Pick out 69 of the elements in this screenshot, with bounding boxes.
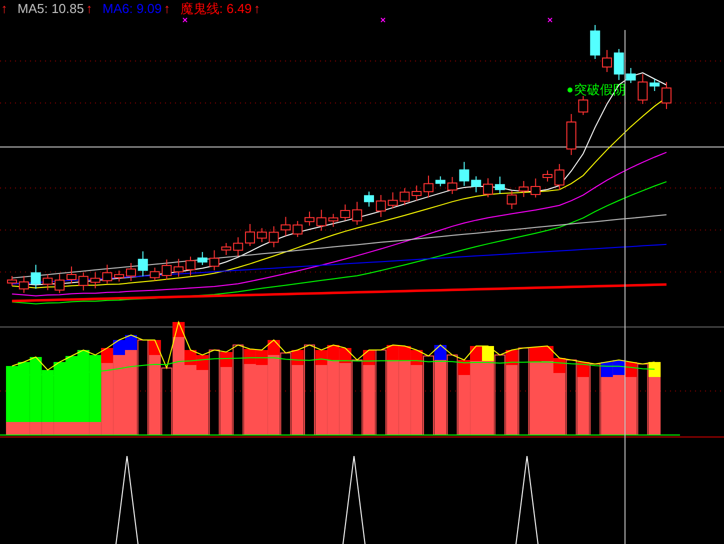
candlestick <box>7 276 17 286</box>
candlestick <box>542 170 552 182</box>
candlestick <box>388 192 398 209</box>
candlestick <box>578 96 588 116</box>
candlestick <box>518 180 529 198</box>
candlestick <box>316 209 326 232</box>
up-arrow-icon: ↑ <box>1 0 8 17</box>
candlestick <box>424 175 434 198</box>
up-arrow-icon: ↑ <box>164 0 170 17</box>
candlestick <box>90 272 100 289</box>
candlestick <box>590 24 600 60</box>
candlestick <box>209 250 220 271</box>
candlestick <box>340 204 350 221</box>
candlestick <box>126 262 136 282</box>
cross-marker <box>548 18 552 22</box>
candlestick <box>221 242 232 256</box>
candlestick <box>114 270 124 282</box>
candlestick <box>138 250 148 277</box>
candlestick <box>554 164 564 190</box>
candlestick <box>256 228 267 243</box>
up-arrow-icon: ↑ <box>86 0 92 17</box>
indicator-label: MA6: 9.09 <box>102 0 162 17</box>
candlestick <box>245 224 255 246</box>
candlestick <box>506 190 517 210</box>
candlestick <box>174 258 184 278</box>
candlestick <box>352 201 362 226</box>
candlestick <box>614 48 624 80</box>
candlestick <box>459 161 470 186</box>
candlestick <box>102 264 112 284</box>
candlestick <box>150 267 160 282</box>
candlestick <box>186 256 196 276</box>
cross-marker <box>380 18 386 22</box>
candlestick <box>435 176 446 187</box>
volume-bar <box>637 364 648 436</box>
indicator-label: MA5: 10.85 <box>18 0 84 17</box>
candlestick <box>662 82 672 110</box>
candlestick <box>328 213 338 228</box>
candlestick <box>162 259 172 280</box>
candlestick <box>566 114 576 156</box>
candlestick <box>602 50 612 72</box>
candlestick <box>494 176 505 194</box>
indicator-label: 魔鬼线: 6.49 <box>180 0 252 17</box>
candlestick <box>18 275 29 294</box>
up-arrow-icon: ↑ <box>254 0 260 17</box>
candlestick <box>471 176 482 193</box>
candlestick <box>376 194 386 218</box>
candlestick <box>626 68 636 84</box>
candlestick <box>54 274 65 294</box>
candlestick <box>483 178 493 198</box>
candlestick <box>304 211 314 226</box>
candlestick <box>400 188 410 206</box>
candlestick <box>233 236 244 257</box>
candlestick <box>530 178 541 198</box>
candlestick <box>30 264 41 290</box>
candlestick <box>78 272 88 291</box>
candlestick <box>280 216 291 236</box>
candlestick <box>412 185 422 201</box>
cross-marker <box>182 18 188 22</box>
candlestick <box>197 252 208 266</box>
candlestick <box>638 74 648 104</box>
candlestick <box>650 78 660 92</box>
candlestick <box>292 220 303 238</box>
candlestick <box>66 266 76 284</box>
candlestick <box>364 191 374 208</box>
annotation-dot <box>568 88 572 92</box>
candlestick <box>447 176 458 194</box>
candlestick <box>42 274 53 291</box>
candlestick <box>268 226 279 248</box>
volume-bar <box>590 364 601 436</box>
